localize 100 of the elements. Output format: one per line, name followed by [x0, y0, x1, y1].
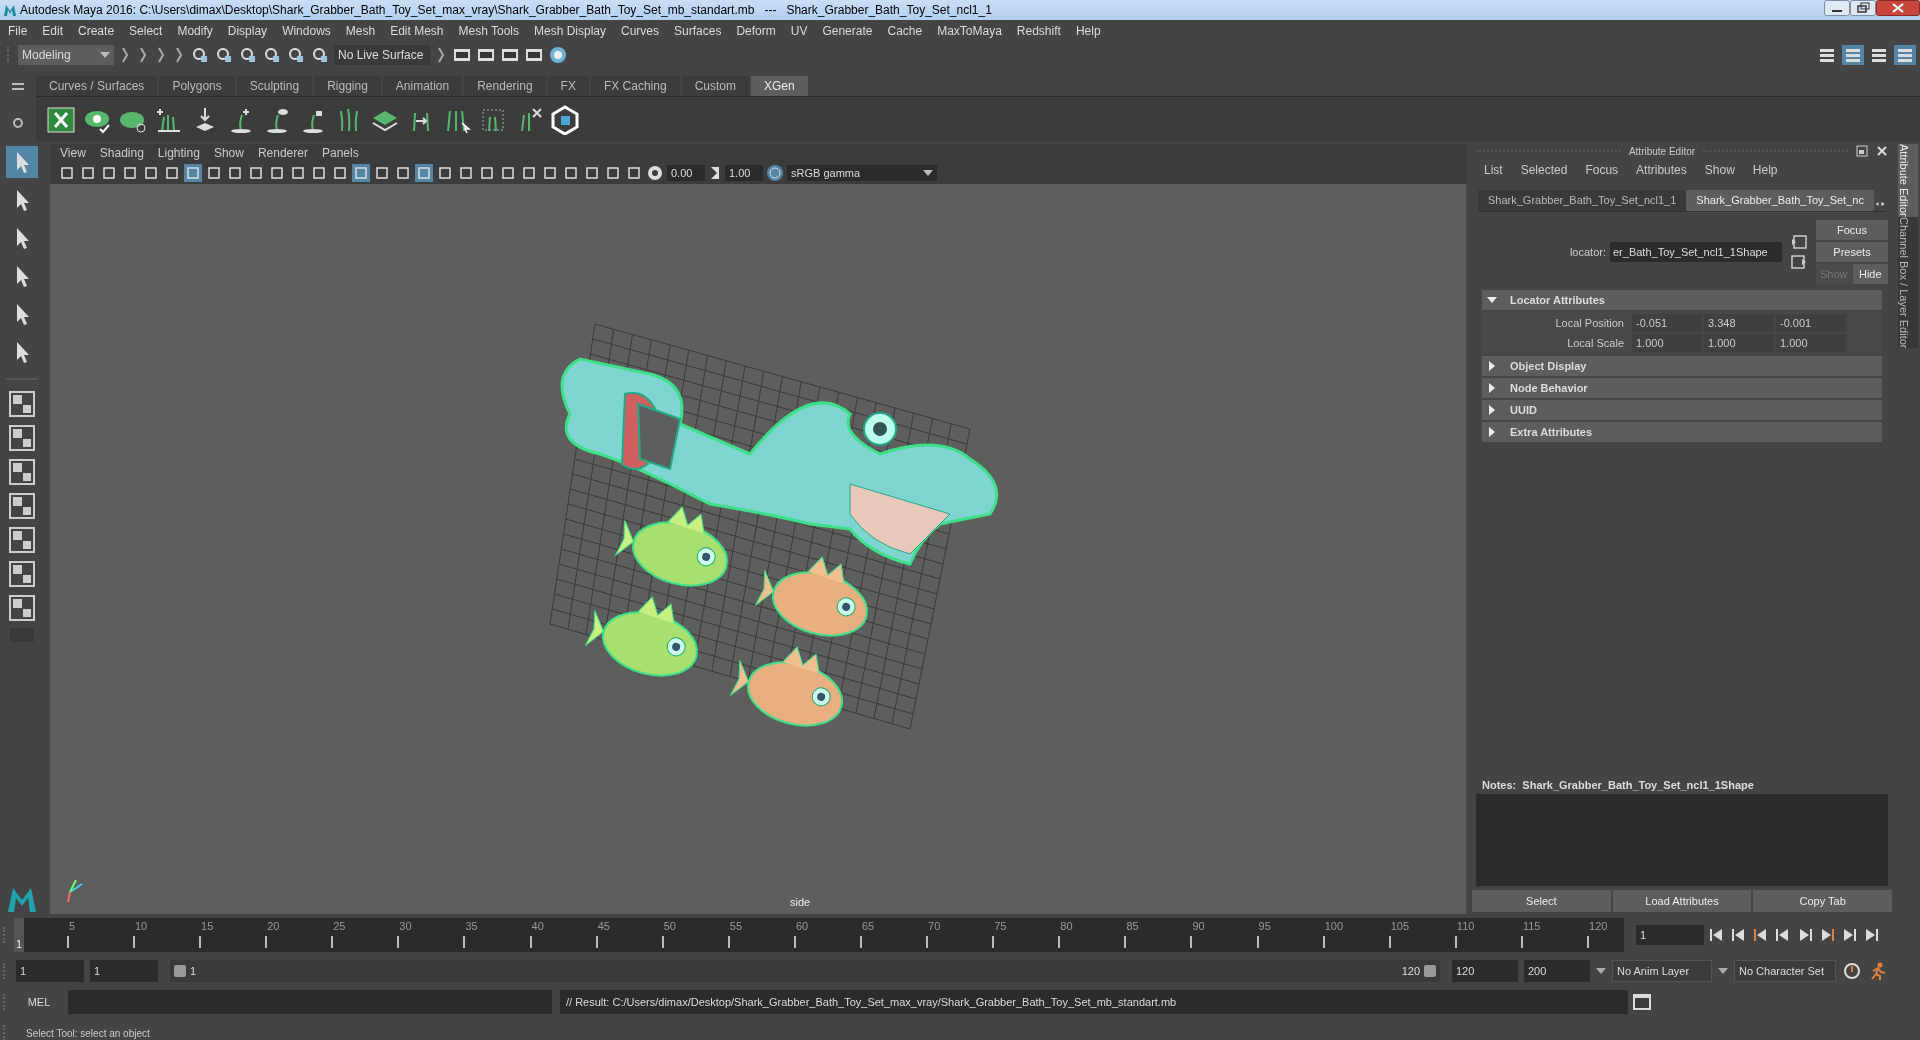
dropdown-arrow-icon[interactable] [1718, 968, 1728, 974]
notes-field[interactable] [1476, 794, 1888, 886]
minimize-button[interactable] [1824, 0, 1850, 16]
start-frame-field[interactable]: 1 [16, 960, 84, 982]
menu-item[interactable]: Edit Mesh [390, 22, 444, 40]
range-handle[interactable] [174, 965, 186, 977]
menu-item[interactable]: Help [1075, 22, 1101, 40]
menu-item[interactable]: Surfaces [674, 22, 722, 40]
panel-menu-item[interactable]: Panels [321, 144, 359, 162]
menu-item[interactable]: Display [227, 22, 268, 40]
menu-item[interactable]: File [8, 22, 28, 40]
menu-item[interactable]: Attributes [1636, 161, 1687, 179]
menu-item[interactable]: Modify [177, 22, 213, 40]
color-management-toggle-icon[interactable] [766, 164, 784, 182]
panel-menu-item[interactable]: Shading [99, 144, 144, 162]
side-panel-tab[interactable]: Attribute Editor [1898, 144, 1918, 217]
shelf-tab[interactable]: Rigging [314, 76, 381, 96]
panel-menu-item[interactable]: Renderer [257, 144, 308, 162]
command-input-field[interactable] [68, 990, 552, 1014]
color-space-dropdown[interactable]: sRGB gamma [787, 165, 937, 181]
menu-item[interactable]: Edit [42, 22, 64, 40]
menu-item[interactable]: Select [129, 22, 163, 40]
panel-button[interactable]: Presets [1816, 242, 1888, 262]
section-header[interactable]: Object Display [1482, 356, 1882, 376]
panel-button[interactable]: Copy Tab [1753, 890, 1892, 912]
menu-item[interactable]: Mesh [345, 22, 376, 40]
close-button[interactable] [1876, 0, 1920, 16]
panel-button[interactable]: Select [1472, 890, 1611, 912]
shelf-tab[interactable]: Animation [382, 76, 463, 96]
node-tab[interactable]: Shark_Grabber_Bath_Toy_Set_ncl1_1 [1478, 190, 1687, 211]
live-surface-field[interactable]: No Live Surface [334, 45, 430, 65]
menu-item[interactable]: Generate [822, 22, 873, 40]
end-frame-field[interactable]: 200 [1524, 960, 1590, 982]
section-header[interactable]: Extra Attributes [1482, 422, 1882, 442]
exposure-field[interactable]: 0.00 [667, 165, 705, 181]
section-header[interactable]: Node Behavior [1482, 378, 1882, 398]
value-field[interactable]: 1.000 [1776, 334, 1846, 352]
current-frame-marker[interactable]: 1 [14, 918, 24, 952]
menu-item[interactable]: Focus [1585, 161, 1619, 179]
shelf-tab[interactable]: FX Caching [590, 76, 680, 96]
panel-button[interactable]: Focus [1816, 220, 1888, 240]
playback-end-field[interactable]: 120 [1452, 960, 1518, 982]
menu-item[interactable]: Curves [621, 22, 660, 40]
value-field[interactable]: 1.000 [1704, 334, 1774, 352]
panel-menu-item[interactable]: Lighting [157, 144, 200, 162]
menu-item[interactable]: Help [1752, 161, 1778, 179]
menu-item[interactable]: List [1484, 161, 1503, 179]
menu-item[interactable]: Mesh Display [534, 22, 607, 40]
menu-item[interactable]: Deform [736, 22, 776, 40]
shelf-tab[interactable]: Custom [681, 76, 749, 96]
menu-item[interactable]: Windows [282, 22, 331, 40]
menu-item[interactable]: Redshift [1016, 22, 1061, 40]
float-panel-icon[interactable] [1856, 145, 1868, 157]
load-output-icon[interactable] [1791, 255, 1807, 269]
gamma-field[interactable]: 1.00 [725, 165, 763, 181]
character-set-dropdown[interactable]: No Character Set [1734, 960, 1836, 982]
load-input-icon[interactable] [1791, 235, 1807, 249]
value-field[interactable]: 1.000 [1632, 334, 1702, 352]
aperture-icon[interactable] [646, 164, 664, 182]
hexagon-cube-icon[interactable] [550, 104, 580, 135]
side-panel-tab[interactable]: Channel Box / Layer Editor [1898, 216, 1918, 349]
value-field[interactable]: 3.348 [1704, 314, 1774, 332]
section-header[interactable]: Locator Attributes [1482, 290, 1882, 310]
settings-icon[interactable] [12, 117, 24, 129]
current-frame-field[interactable]: 1 [1636, 925, 1704, 945]
dropdown-arrow-icon[interactable] [1596, 968, 1606, 974]
menu-item[interactable]: Cache [887, 22, 923, 40]
menu-item[interactable]: Selected [1520, 161, 1568, 179]
toggle-button[interactable]: Hide [1852, 264, 1888, 284]
close-icon[interactable] [1876, 145, 1888, 157]
restore-button[interactable] [1850, 0, 1876, 16]
value-field[interactable]: -0.051 [1632, 314, 1702, 332]
anim-layer-dropdown[interactable]: No Anim Layer [1612, 960, 1712, 982]
auto-key-icon[interactable] [1842, 961, 1862, 981]
spreadsheet-x-icon[interactable] [46, 104, 76, 135]
range-handle[interactable] [1424, 965, 1436, 977]
node-name-field[interactable]: er_Bath_Toy_Set_ncl1_1Shape [1610, 242, 1782, 262]
shelf-tab[interactable]: Rendering [464, 76, 546, 96]
running-figure-icon[interactable] [1868, 961, 1888, 981]
menu-item[interactable]: Create [78, 22, 115, 40]
panel-menu-item[interactable]: View [60, 144, 86, 162]
node-tab[interactable]: Shark_Grabber_Bath_Toy_Set_nc [1686, 190, 1874, 211]
menu-item[interactable]: Show [1704, 161, 1735, 179]
section-header[interactable]: UUID [1482, 400, 1882, 420]
shelf-tab[interactable]: Polygons [159, 76, 235, 96]
menu-item[interactable]: Mesh Tools [458, 22, 519, 40]
shelf-tab[interactable]: FX [547, 76, 589, 96]
hypershade-icon[interactable] [548, 46, 568, 64]
panel-menu-item[interactable]: Show [213, 144, 244, 162]
menu-item[interactable]: UV [790, 22, 808, 40]
shelf-tab[interactable]: Curves / Surfaces [36, 76, 158, 96]
script-editor-icon[interactable] [1632, 992, 1652, 1012]
shelf-menu-icon[interactable] [12, 83, 24, 91]
panel-button[interactable]: Load Attributes [1612, 890, 1752, 912]
menu-item[interactable]: MaxToMaya [937, 22, 1002, 40]
playback-start-field[interactable]: 1 [90, 960, 158, 982]
command-language-label[interactable]: MEL [14, 993, 64, 1011]
mode-dropdown[interactable]: Modeling [18, 45, 114, 65]
shelf-tab[interactable]: XGen [750, 76, 808, 96]
value-field[interactable]: -0.001 [1776, 314, 1846, 332]
